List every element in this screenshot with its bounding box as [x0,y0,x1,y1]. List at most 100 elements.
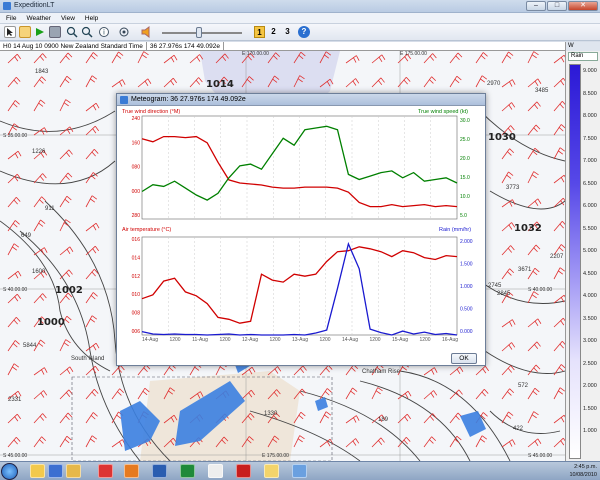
x-tick-label: 1200 [419,337,430,343]
notepad-icon[interactable] [208,464,223,478]
barb-flag [507,367,513,373]
barb-flag [68,269,73,275]
zoom-in-icon[interactable] [66,26,78,38]
help-icon[interactable]: ? [298,26,310,38]
barb-flag [560,440,565,446]
taskbar: 2:45 p.m. 10/08/2010 [0,461,600,480]
barb-flag [352,417,357,423]
barb-flag [92,292,98,297]
layer-select[interactable]: Rain [568,52,598,61]
word-icon[interactable] [152,464,167,478]
barb-flag [560,416,565,423]
wind-barb [85,52,98,64]
scale-tick-label: 3.500 [583,315,597,322]
wind-barb [33,76,47,88]
toolbar: i 1 2 3 ? [0,24,600,41]
depth-label: 2745 [488,283,502,289]
barb-flag [533,247,538,253]
speaker-icon[interactable] [140,26,152,38]
right-tick-label: 30.0 [460,118,470,124]
target-icon[interactable] [118,26,130,38]
wind-barb [137,51,149,64]
barb-flag [508,81,513,87]
barb-flag [38,79,44,84]
folder-icon[interactable] [66,464,81,478]
barb-flag [405,436,411,442]
wind-barb [501,199,516,208]
wind-barb [527,244,541,256]
barb-flag [407,390,412,397]
right-tick-label: 1.500 [460,262,473,268]
layer-3-button[interactable]: 3 [282,26,293,38]
info-icon[interactable]: i [98,26,110,38]
start-button[interactable] [1,463,18,480]
wind-barb [85,412,98,424]
wind-barb [163,77,178,88]
barb-flag [92,128,97,134]
barb-shaft [501,319,513,328]
wind-barb [163,54,178,64]
media-player-icon[interactable] [48,464,63,478]
zoom-out-icon[interactable] [81,26,93,38]
excel-icon[interactable] [180,464,195,478]
layer-2-button[interactable]: 2 [268,26,279,38]
wind-barb [7,436,21,448]
dialog-title-bar[interactable]: Meteogram: 36 27.976s 174 49.092e [117,94,485,106]
wind-barb [371,437,385,448]
wind-barb [85,388,99,400]
barb-flag [92,172,98,177]
barb-flag [16,293,22,300]
layer-1-button[interactable]: 1 [254,26,265,38]
barb-flag [380,77,385,83]
sticky-notes-icon[interactable] [264,464,279,478]
close-button[interactable]: ✕ [568,1,598,11]
time-slider-thumb[interactable] [196,27,202,38]
menu-weather[interactable]: Weather [26,15,50,22]
scale-tick-label: 7.500 [583,135,597,142]
barb-flag [198,77,203,83]
wind-barb [553,100,565,112]
firefox-icon[interactable] [124,464,139,478]
maximize-button[interactable]: □ [547,1,567,11]
chrome-icon[interactable] [98,464,113,478]
pdf-icon[interactable] [236,464,251,478]
barb-flag [484,365,490,372]
isobar-line [0,110,116,132]
system-clock[interactable]: 2:45 p.m. 10/08/2010 [569,463,597,479]
arrow-pointer-icon[interactable] [4,26,16,38]
wind-barb [553,340,565,352]
depth-label: 2331 [8,397,22,403]
camera-icon[interactable] [49,26,61,38]
barb-flag [533,411,539,416]
barb-flag [510,125,515,131]
wind-barb [423,413,437,424]
wind-barb [111,365,125,376]
barb-flag [66,75,72,81]
x-tick-label: 16-Aug [442,337,458,343]
minimize-button[interactable]: – [526,1,546,11]
time-slider-track[interactable] [162,32,242,34]
depth-label: 189 [378,417,389,423]
ok-button[interactable]: OK [451,353,477,364]
isobar-line [359,380,471,461]
menu-help[interactable]: Help [85,15,98,22]
meteogram-dialog[interactable]: Meteogram: 36 27.976s 174 49.092e 240 160… [116,93,486,366]
wind-barb [553,147,565,160]
windows-explorer-icon[interactable] [30,464,45,478]
play-icon[interactable] [34,26,46,38]
barb-flag [251,366,256,373]
wind-barb [553,54,565,64]
barb-flag [39,415,45,421]
menu-view[interactable]: View [61,15,75,22]
isobar-label: 1032 [514,223,542,234]
wind-barb [553,77,565,88]
expedition-icon[interactable] [292,464,307,478]
grid-label: S 35.00.00 [3,133,28,139]
left-tick-label: 012 [132,274,141,280]
barb-flag [537,78,542,84]
wind-barb [319,364,333,376]
barb-flag [116,391,122,396]
menu-file[interactable]: File [6,15,16,22]
hand-icon[interactable] [19,26,31,38]
wind-barb [33,219,46,232]
